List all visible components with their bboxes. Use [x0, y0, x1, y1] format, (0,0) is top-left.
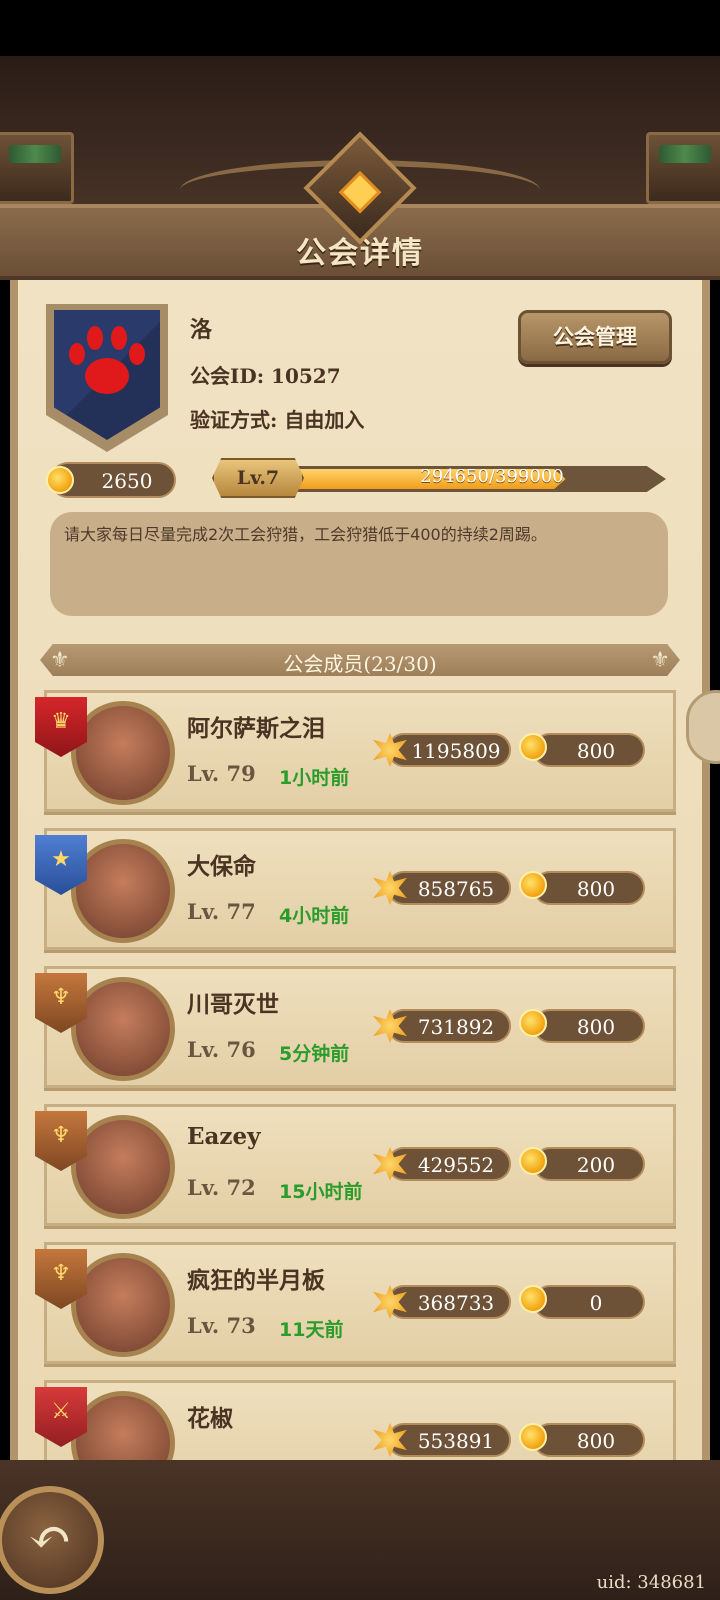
paw-icon — [69, 326, 145, 394]
left-pillar-decoration — [0, 132, 74, 204]
member-power: 429552 — [373, 1147, 511, 1181]
combat-power-icon — [373, 871, 407, 905]
member-row[interactable]: ★ 大保命 Lv. 77 4小时前 858765 800 — [35, 828, 676, 950]
guild-notice: 请大家每日尽量完成2次工会狩猎，工会狩猎低于400的持续2周踢。 — [50, 512, 668, 616]
guild-id: 公会ID: 10527 — [190, 364, 341, 388]
gold-coin-icon — [519, 1009, 547, 1037]
guild-gold: 2650 — [46, 462, 176, 498]
member-power: 731892 — [373, 1009, 511, 1043]
rank-symbol-icon: ♆ — [51, 985, 71, 1010]
member-level: Lv. 73 — [187, 1313, 256, 1338]
back-button[interactable]: ↶ — [0, 1486, 104, 1594]
member-row[interactable]: ♛ 阿尔萨斯之泪 Lv. 79 1小时前 1195809 800 — [35, 690, 676, 812]
combat-power-icon — [373, 1285, 407, 1319]
member-last-online: 4小时前 — [279, 905, 350, 927]
member-last-online: 1小时前 — [279, 767, 350, 789]
member-level: Lv. 76 — [187, 1037, 256, 1062]
combat-power-icon — [373, 1147, 407, 1181]
member-name: 川哥灭世 — [187, 991, 279, 1018]
level-badge: Lv.7 — [212, 458, 304, 498]
rank-symbol-icon: ♛ — [51, 709, 71, 734]
guild-emblem — [46, 304, 168, 452]
guild-level-bar: Lv.7 294650/399000 — [212, 458, 670, 498]
member-donation: 200 — [519, 1147, 645, 1181]
member-level: Lv. 77 — [187, 899, 256, 924]
gold-coin-icon — [519, 871, 547, 899]
member-name: 阿尔萨斯之泪 — [187, 715, 325, 742]
member-power-value: 553891 — [417, 1429, 495, 1453]
members-header: ⚜ 公会成员(23/30) ⚜ — [40, 644, 680, 676]
back-arrow-icon: ↶ — [28, 1508, 72, 1568]
member-donation: 800 — [519, 733, 645, 767]
guild-verify-mode: 验证方式: 自由加入 — [190, 408, 365, 432]
gold-coin-icon — [519, 1285, 547, 1313]
member-level: Lv. 72 — [187, 1175, 256, 1200]
member-donation: 0 — [519, 1285, 645, 1319]
member-power: 368733 — [373, 1285, 511, 1319]
member-level: Lv. 79 — [187, 761, 256, 786]
gold-coin-icon — [519, 733, 547, 761]
combat-power-icon — [373, 1009, 407, 1043]
combat-power-icon — [373, 1423, 407, 1457]
guild-name: 洛 — [190, 317, 213, 343]
gold-coin-icon — [519, 1147, 547, 1175]
member-donation: 800 — [519, 1009, 645, 1043]
gold-coin-icon — [46, 466, 74, 494]
exp-text: 294650/399000 — [420, 466, 564, 487]
member-donation-value: 800 — [576, 739, 616, 763]
member-row[interactable]: ♆ 疯狂的半月板 Lv. 73 11天前 368733 0 — [35, 1242, 676, 1364]
member-donation-value: 200 — [576, 1153, 616, 1177]
rank-symbol-icon: ♆ — [51, 1123, 71, 1148]
member-last-online: 11天前 — [279, 1319, 344, 1341]
member-power: 553891 — [373, 1423, 511, 1457]
member-power-value: 368733 — [417, 1291, 495, 1315]
gold-coin-icon — [519, 1423, 547, 1451]
rank-symbol-icon: ★ — [51, 847, 71, 872]
member-donation: 800 — [519, 871, 645, 905]
member-donation-value: 0 — [589, 1291, 603, 1315]
member-power-value: 429552 — [417, 1153, 495, 1177]
member-name: Eazey — [187, 1123, 261, 1150]
member-last-online: 15小时前 — [279, 1181, 363, 1203]
member-name: 花椒 — [187, 1405, 233, 1432]
member-donation-value: 800 — [576, 877, 616, 901]
rank-symbol-icon: ⚔ — [51, 1399, 71, 1424]
right-pillar-decoration — [646, 132, 720, 204]
guild-manage-button[interactable]: 公会管理 — [518, 310, 672, 364]
fleur-right-icon: ⚜ — [650, 648, 670, 673]
combat-power-icon — [373, 733, 407, 767]
member-power-value: 731892 — [417, 1015, 495, 1039]
members-header-label: 公会成员(23/30) — [283, 652, 437, 676]
member-donation-value: 800 — [576, 1429, 616, 1453]
member-donation: 800 — [519, 1423, 645, 1457]
member-row[interactable]: ♆ 川哥灭世 Lv. 76 5分钟前 731892 800 — [35, 966, 676, 1088]
member-power-value: 1195809 — [411, 739, 501, 763]
rank-symbol-icon: ♆ — [51, 1261, 71, 1286]
member-name: 疯狂的半月板 — [187, 1267, 325, 1294]
member-power: 1195809 — [373, 733, 511, 767]
guild-gold-value: 2650 — [101, 469, 153, 493]
member-list[interactable]: ♛ 阿尔萨斯之泪 Lv. 79 1小时前 1195809 800 ★ 大保命 Lv. 77 4小时… — [0, 690, 720, 1460]
member-donation-value: 800 — [576, 1015, 616, 1039]
user-uid: uid: 348681 — [596, 1572, 706, 1593]
status-bar — [0, 0, 720, 56]
member-row[interactable]: ⚔ 花椒 553891 800 — [35, 1380, 676, 1460]
member-power: 858765 — [373, 871, 511, 905]
member-name: 大保命 — [187, 853, 256, 880]
member-power-value: 858765 — [417, 877, 495, 901]
member-row[interactable]: ♆ Eazey Lv. 72 15小时前 429552 200 — [35, 1104, 676, 1226]
member-last-online: 5分钟前 — [279, 1043, 350, 1065]
